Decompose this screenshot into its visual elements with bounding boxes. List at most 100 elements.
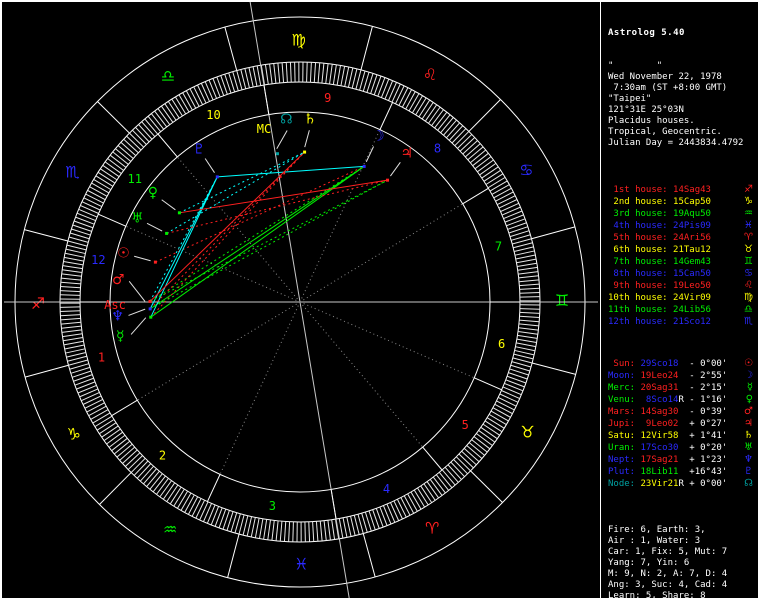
chart-info-line: Tropical, Geocentric. (608, 127, 722, 137)
planet-row: Plut: 18Lib11 +16°43' ♇ (608, 466, 758, 478)
sign-glyph-icon: ♋ (744, 268, 753, 279)
planet-glyphs: ☉☽☿♀♂♃♄♅♆♇☊ (111, 111, 413, 344)
planet-row: Moon: 19Leo24 - 2°55' ☽ (608, 370, 758, 382)
planet-glyph-icon: ☽ (372, 129, 385, 145)
stat-line: M: 9, N: 2, A: 7, D: 4 (608, 569, 728, 579)
zodiac-sign-glyph-icon: ♑ (67, 425, 81, 444)
planet-position-dot (362, 164, 366, 168)
planet-position-dot (275, 152, 279, 156)
chart-info-line: " " (608, 61, 663, 71)
stat-line: Air : 1, Water: 3 (608, 536, 701, 546)
planet-position-dot (215, 175, 219, 179)
planet-position-dot (153, 260, 157, 264)
sign-glyph-icon: ♓ (744, 220, 753, 231)
sign-glyph-icon: ♐ (744, 184, 753, 195)
chart-info-line: 7:30am (ST +8:00 GMT) (608, 83, 728, 93)
sign-glyph-icon: ♏ (744, 316, 753, 327)
stat-line: Fire: 6, Earth: 3, (608, 525, 706, 535)
sign-glyph-icon: ♍ (744, 292, 753, 303)
planet-row: Uran: 17Sco30 + 0°20' ♅ (608, 442, 758, 454)
planet-position-dot (149, 315, 153, 319)
house-row: 3rd house: 19Aqu50 ♒ (608, 208, 758, 220)
planet-position-list: Sun: 29Sco18 - 0°00' ☉ Moon: 19Leo24 - 2°5… (608, 358, 758, 490)
planet-row: Merc: 20Sag31 - 2°15' ☿ (608, 382, 758, 394)
house-row: 11th house: 24Lib56 ♎ (608, 304, 758, 316)
zodiac-sign-glyph-icon: ♏ (65, 163, 79, 182)
chart-info-block: " " Wed November 22, 1978 7:30am (ST +8:0… (608, 61, 758, 149)
sign-glyph-icon: ♉ (744, 244, 753, 255)
planet-position-dot (177, 211, 181, 215)
planet-glyph-icon: ♃ (400, 145, 413, 161)
zodiac-sign-glyph-icon: ♎ (161, 66, 175, 85)
axis-label: Asc (104, 298, 126, 312)
planet-position-dot (303, 150, 307, 154)
house-number: 2 (159, 448, 166, 462)
planet-glyph-icon: ♇ (193, 141, 206, 157)
planet-glyph-icon: ☉ (117, 245, 130, 261)
sign-glyph-icon: ♌ (744, 280, 753, 291)
planet-glyph-icon: ♄ (744, 430, 753, 441)
zodiac-sign-glyph-icon: ♈ (425, 519, 439, 538)
house-row: 1st house: 14Sag43 ♐ (608, 184, 758, 196)
planet-row: Mars: 14Sag30 - 0°39' ♂ (608, 406, 758, 418)
planet-glyph-icon: ♂ (744, 406, 753, 417)
house-row: 10th house: 24Vir09 ♍ (608, 292, 758, 304)
house-number: 12 (91, 253, 105, 267)
planet-row: Satu: 12Vir58 + 1°41' ♄ (608, 430, 758, 442)
house-number: 3 (269, 499, 276, 513)
house-number: 9 (324, 91, 331, 105)
info-sidebar: Astrolog 5.40 " " Wed November 22, 1978 7… (601, 2, 758, 598)
chart-info-line: "Taipei" (608, 94, 652, 104)
planet-glyph-icon: ☿ (746, 382, 753, 393)
zodiac-sign-glyph-icon: ♐ (31, 294, 45, 313)
planet-position-dot (148, 307, 152, 311)
planet-glyph-icon: ♅ (131, 210, 144, 226)
house-row: 8th house: 15Can50 ♋ (608, 268, 758, 280)
house-row: 9th house: 19Leo50 ♌ (608, 280, 758, 292)
sign-glyph-icon: ♎ (744, 304, 753, 315)
house-number: 4 (383, 482, 390, 496)
planet-glyph-icon: ♃ (744, 418, 753, 429)
stat-line: Yang: 7, Yin: 6 (608, 558, 690, 568)
house-row: 12th house: 21Sco12 ♏ (608, 316, 758, 328)
planet-glyph-icon: ☽ (744, 370, 753, 381)
chart-info-line: Placidus houses. (608, 116, 695, 126)
axis-label: MC (257, 122, 271, 136)
planet-glyph-icon: ☿ (116, 329, 125, 345)
house-number: 7 (495, 240, 502, 254)
planet-row: Venu: 8Sco14 R - 1°16' ♀ (608, 394, 758, 406)
house-number: 8 (434, 142, 441, 156)
house-number: 6 (498, 337, 505, 351)
house-row: 5th house: 24Ari56 ♈ (608, 232, 758, 244)
planet-glyph-icon: ♆ (744, 454, 753, 465)
zodiac-sign-glyph-icon: ♋ (519, 160, 533, 179)
astrolog-window: ♈ ♉ ♊ ♋ ♌ ♍ ♎ ♏ ♐ ♑ ♒ ♓ 1 2 3 4 5 6 7 8 9 10 11 12 ☉ ☽ ☿ ♀ ♂ ♃ ♄ ♅ ♆ ♇ ☊ MC… (0, 0, 760, 600)
planet-row: Jupi: 9Leo02 + 0°27' ♃ (608, 418, 758, 430)
house-number: 11 (128, 172, 142, 186)
planet-glyph-icon: ♇ (744, 466, 753, 477)
planet-position-dot (165, 231, 169, 235)
sign-glyph-icon: ♒ (744, 208, 753, 219)
planet-glyph-icon: ♀ (745, 394, 753, 405)
stat-line: Ang: 3, Suc: 4, Cad: 4 (608, 580, 728, 590)
sign-glyph-icon: ♈ (744, 232, 753, 243)
house-row: 2nd house: 15Cap50 ♑ (608, 196, 758, 208)
natal-chart-wheel: ♈♉♊♋♌♍♎♏♐♑♒♓123456789101112 ☉☽☿♀♂♃♄♅♆♇☊MC… (4, 2, 598, 598)
planet-glyph-icon: ♂ (112, 272, 125, 288)
house-number: 1 (98, 350, 105, 364)
stat-line: Learn: 5, Share: 8 (608, 591, 706, 600)
house-number: 5 (462, 418, 469, 432)
planet-position-dot (148, 299, 152, 303)
chart-info-line: Julian Day = 2443834.4792 (608, 138, 744, 148)
house-cusp-list: 1st house: 14Sag43 ♐ 2nd house: 15Cap50 ♑ … (608, 184, 758, 328)
element-tally-block: Fire: 6, Earth: 3, Air : 1, Water: 3 Car: … (608, 525, 758, 600)
zodiac-sign-glyph-icon: ♓ (294, 554, 308, 573)
aspect-lines (149, 151, 388, 318)
zodiac-sign-glyph-icon: ♒ (163, 520, 177, 539)
planet-glyph-icon: ♀ (148, 185, 158, 201)
house-number: 10 (206, 108, 220, 122)
chart-info-line: 121°31E 25°03N (608, 105, 684, 115)
sign-glyph-icon: ♊ (744, 256, 753, 267)
zodiac-sign-glyph-icon: ♉ (520, 422, 534, 441)
planet-glyph-icon: ♅ (744, 442, 753, 453)
